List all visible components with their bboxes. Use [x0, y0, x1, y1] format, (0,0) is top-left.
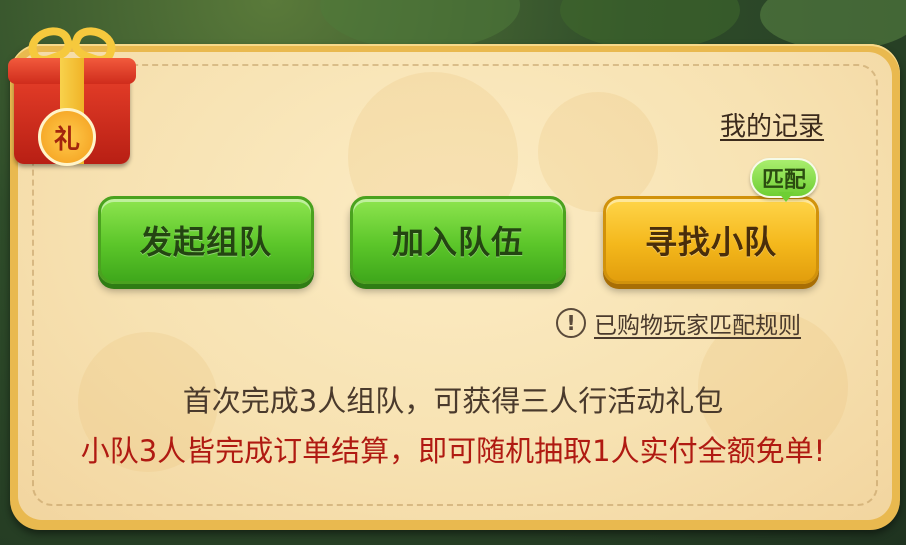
background-foliage — [560, 0, 740, 50]
join-team-label: 加入队伍 — [391, 223, 524, 261]
exclamation-circle-icon: ! — [556, 308, 586, 338]
background-foliage — [760, 0, 906, 50]
reward-description: 首次完成3人组队，可获得三人行活动礼包 — [182, 384, 724, 418]
gift-badge: 礼 — [38, 108, 96, 166]
free-order-description: 小队3人皆完成订单结算，即可随机抽取1人实付全额免单! — [80, 434, 826, 468]
find-team-button[interactable]: 寻找小队 — [603, 196, 819, 284]
create-team-label: 发起组队 — [139, 223, 272, 261]
gift-box-icon: 礼 — [8, 21, 138, 172]
background-foliage — [320, 0, 520, 50]
create-team-button[interactable]: 发起组队 — [98, 196, 314, 284]
match-badge-tail — [778, 192, 794, 202]
match-rules-link[interactable]: 已购物玩家匹配规则 — [594, 306, 801, 340]
find-team-label: 寻找小队 — [644, 223, 777, 261]
my-records-link[interactable]: 我的记录 — [720, 106, 824, 143]
match-rules-row: ! 已购物玩家匹配规则 — [556, 306, 801, 340]
join-team-button[interactable]: 加入队伍 — [350, 196, 566, 284]
